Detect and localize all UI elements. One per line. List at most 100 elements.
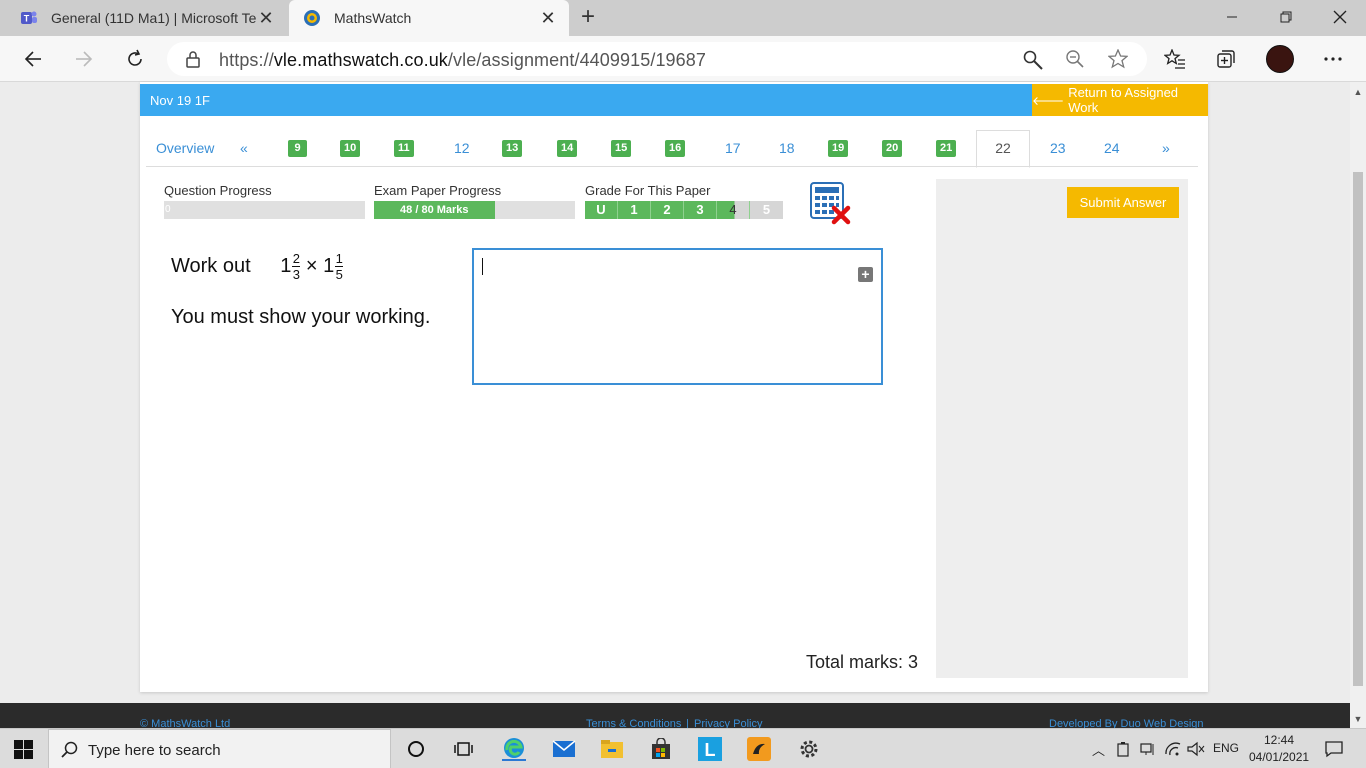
scroll-up-icon[interactable]: ▲ [1353, 87, 1363, 97]
settings-gear-icon[interactable] [797, 737, 821, 761]
question-link-23[interactable]: 23 [1050, 140, 1066, 156]
close-window-icon[interactable] [1313, 0, 1366, 34]
exam-progress-bar: 48 / 80 Marks [374, 201, 575, 219]
windows-start-icon[interactable] [14, 740, 33, 759]
network-icon[interactable] [1140, 742, 1156, 756]
browser-tab-strip: T General (11D Ma1) | Microsoft Te ✕ Mat… [0, 0, 1366, 36]
tab-title: General (11D Ma1) | Microsoft Te [51, 10, 256, 26]
paper-header: Nov 19 1F 🡐 Return to Assigned Work [140, 84, 1208, 116]
l-app-icon[interactable]: L [698, 737, 722, 761]
url-text: https://vle.mathswatch.co.uk/vle/assignm… [219, 50, 706, 70]
mathswatch-icon [304, 10, 320, 26]
restore-icon[interactable] [1259, 0, 1313, 34]
volume-muted-icon[interactable] [1187, 741, 1205, 757]
question-link-9[interactable]: 9 [288, 140, 307, 157]
arrow-left-icon: 🡐 [1032, 93, 1065, 108]
answer-input[interactable]: + [472, 248, 883, 385]
grade-cell-2: 2 [651, 201, 684, 219]
question-link-21[interactable]: 21 [936, 140, 957, 157]
page-footer: © MathsWatch Ltd Terms & Conditions | Pr… [0, 703, 1350, 728]
question-link-16[interactable]: 16 [665, 140, 686, 157]
store-icon[interactable] [649, 737, 673, 761]
fraction-two-thirds: 23 [292, 251, 301, 282]
clock-time[interactable]: 12:44 [1264, 733, 1294, 747]
question-link-14[interactable]: 14 [557, 140, 578, 157]
forward-icon[interactable] [70, 45, 98, 73]
new-tab-icon[interactable]: + [576, 5, 600, 30]
favorites-icon[interactable] [1161, 45, 1189, 73]
terms-link[interactable]: Terms & Conditions [586, 718, 681, 728]
privacy-link[interactable]: Privacy Policy [694, 718, 762, 728]
favorite-star-icon[interactable] [1108, 49, 1128, 69]
profile-avatar[interactable] [1266, 45, 1294, 73]
tray-chevron-up-icon[interactable]: ︿ [1092, 740, 1105, 759]
browser-tab-teams[interactable]: T General (11D Ma1) | Microsoft Te ✕ [0, 0, 287, 36]
question-progress-label: Question Progress [164, 183, 272, 198]
back-icon[interactable] [19, 45, 47, 73]
search-icon [61, 741, 78, 758]
mail-icon[interactable] [552, 737, 576, 761]
task-view-icon[interactable] [452, 737, 476, 761]
developer-link[interactable]: Developed By Duo Web Design [1049, 718, 1204, 728]
refresh-icon[interactable] [121, 45, 149, 73]
collections-icon[interactable] [1212, 45, 1240, 73]
exam-progress-label: Exam Paper Progress [374, 183, 502, 198]
browser-toolbar: https://vle.mathswatch.co.uk/vle/assignm… [0, 36, 1366, 82]
question-link-17[interactable]: 17 [725, 140, 741, 156]
lock-icon[interactable] [185, 50, 201, 68]
browser-tab-mathswatch[interactable]: MathsWatch ✕ [289, 0, 569, 36]
prev-page-link[interactable]: « [240, 140, 248, 156]
svg-text:T: T [24, 14, 30, 24]
wifi-icon[interactable] [1164, 741, 1182, 757]
question-link-20[interactable]: 20 [882, 140, 903, 157]
page-viewport: Nov 19 1F 🡐 Return to Assigned Work Over… [0, 82, 1350, 728]
clock-date[interactable]: 04/01/2021 [1249, 750, 1309, 764]
windows-taskbar: Type here to search L ︿ ENG 12:44 04/01/… [0, 728, 1366, 768]
question-link-18[interactable]: 18 [779, 140, 795, 156]
assignment-card: Nov 19 1F 🡐 Return to Assigned Work Over… [140, 82, 1208, 692]
grade-cell-3: 3 [684, 201, 717, 219]
cortana-icon[interactable] [404, 737, 428, 761]
battery-icon[interactable] [1116, 741, 1130, 757]
find-key-icon[interactable] [1022, 49, 1044, 71]
media-app-icon[interactable] [747, 737, 771, 761]
question-link-13[interactable]: 13 [502, 140, 523, 157]
edge-browser-icon[interactable] [502, 737, 526, 761]
minimize-icon[interactable] [1205, 0, 1259, 34]
zoom-out-icon[interactable] [1065, 49, 1085, 69]
question-link-19[interactable]: 19 [828, 140, 849, 157]
language-indicator[interactable]: ENG [1213, 741, 1239, 755]
return-label: Return to Assigned Work [1068, 85, 1179, 115]
overview-link[interactable]: Overview [156, 140, 214, 156]
close-tab-icon[interactable]: ✕ [257, 9, 275, 27]
scroll-down-icon[interactable]: ▼ [1353, 714, 1363, 724]
footer-copyright[interactable]: © MathsWatch Ltd [140, 718, 230, 728]
question-link-15[interactable]: 15 [611, 140, 632, 157]
grade-cell-1: 1 [618, 201, 651, 219]
grade-cell-4: 4 [717, 201, 750, 219]
return-to-assigned-work-button[interactable]: 🡐 Return to Assigned Work [1032, 84, 1208, 116]
question-navigation: Overview « 9 10 11 12 13 14 15 16 17 18 … [140, 130, 1208, 168]
more-menu-icon[interactable] [1319, 45, 1347, 73]
grade-cell-5: 5 [750, 201, 783, 219]
question-link-12[interactable]: 12 [454, 140, 470, 156]
page-scrollbar[interactable]: ▲ ▼ [1350, 82, 1366, 728]
file-explorer-icon[interactable] [600, 737, 624, 761]
notifications-icon[interactable] [1325, 740, 1343, 758]
tab-title: MathsWatch [334, 10, 412, 26]
question-link-11[interactable]: 11 [394, 140, 414, 157]
question-link-24[interactable]: 24 [1104, 140, 1120, 156]
expand-plus-icon[interactable]: + [858, 267, 873, 282]
taskbar-search[interactable]: Type here to search [48, 729, 391, 768]
submit-answer-button[interactable]: Submit Answer [1067, 187, 1179, 218]
scroll-thumb[interactable] [1353, 172, 1363, 686]
exam-progress-fill: 48 / 80 Marks [374, 201, 495, 219]
grade-cell-u: U [585, 201, 618, 219]
close-tab-icon[interactable]: ✕ [539, 9, 557, 27]
question-link-10[interactable]: 10 [340, 140, 361, 157]
question-tab-22-current[interactable]: 22 [976, 130, 1030, 168]
footer-separator: | [686, 718, 689, 728]
address-bar[interactable]: https://vle.mathswatch.co.uk/vle/assignm… [167, 42, 1147, 76]
question-text: Work out 123 × 115 [171, 251, 344, 282]
next-page-link[interactable]: » [1162, 140, 1170, 156]
